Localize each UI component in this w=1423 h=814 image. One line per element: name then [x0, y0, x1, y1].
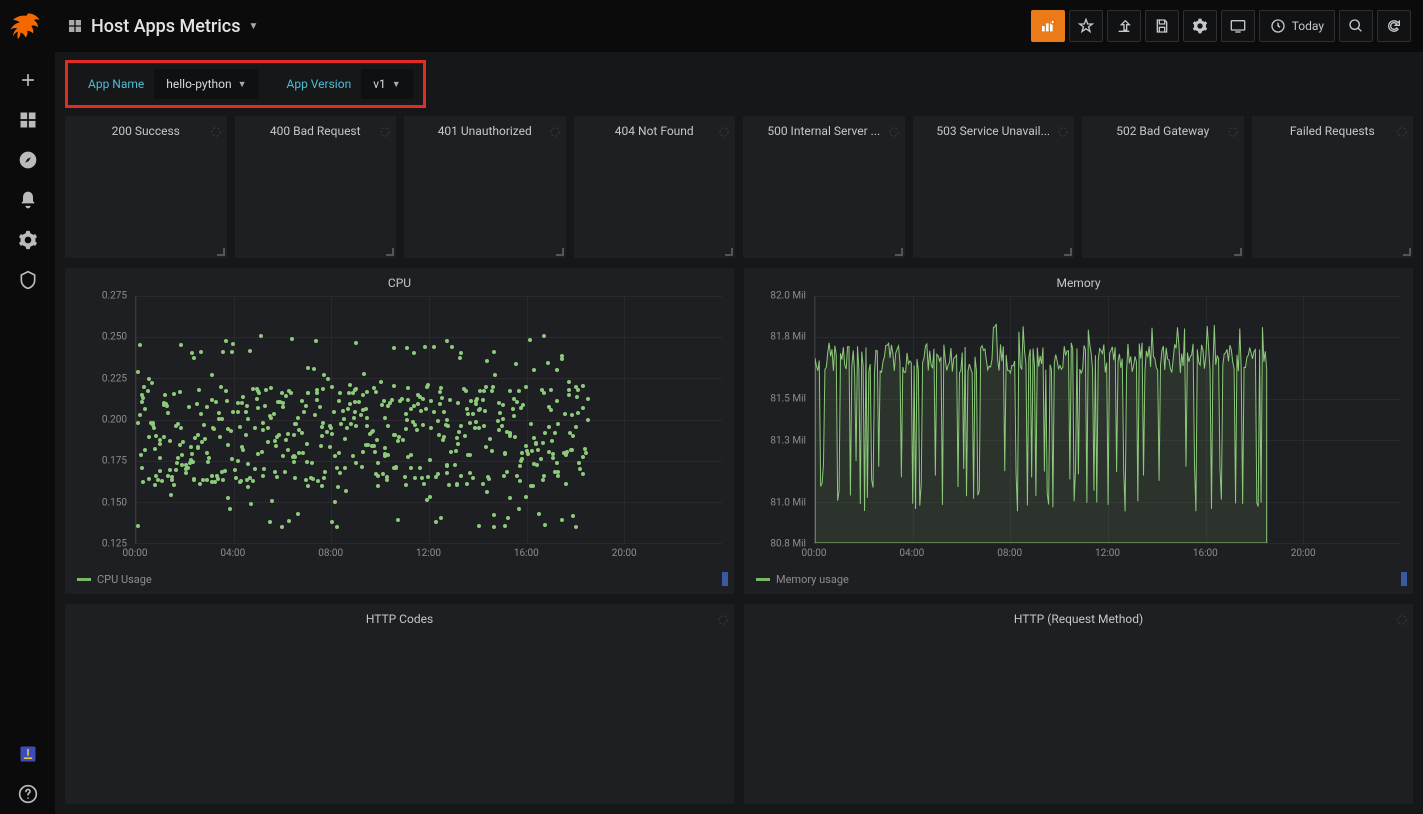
memory-legend-label: Memory usage: [776, 573, 849, 586]
nav-dashboards[interactable]: [8, 100, 48, 140]
nav-alerting[interactable]: [8, 180, 48, 220]
stat-panel[interactable]: 400 Bad Request: [235, 116, 397, 258]
share-button[interactable]: [1107, 10, 1141, 42]
top-toolbar: Today: [1031, 10, 1411, 42]
resize-handle[interactable]: [725, 248, 733, 256]
stat-panel-title: 400 Bad Request: [235, 116, 397, 142]
save-button[interactable]: [1145, 10, 1179, 42]
loading-icon: [211, 122, 221, 132]
var-app-name-value: hello-python: [166, 77, 231, 91]
resize-handle[interactable]: [1234, 248, 1242, 256]
nav-explore[interactable]: [8, 140, 48, 180]
stat-panels-row: 200 Success 400 Bad Request 401 Unauthor…: [65, 116, 1413, 258]
resize-handle[interactable]: [1064, 248, 1072, 256]
nav-user-avatar[interactable]: [8, 734, 48, 774]
settings-button[interactable]: [1183, 10, 1217, 42]
nav-admin[interactable]: [8, 260, 48, 300]
cpu-panel[interactable]: CPU 0.1250.1500.1750.2000.2250.2500.275 …: [65, 268, 734, 594]
cpu-legend: CPU Usage: [77, 573, 152, 586]
nav-help[interactable]: [8, 774, 48, 814]
dashboard-icon: [67, 18, 83, 34]
nav-configuration[interactable]: [8, 220, 48, 260]
legend-scrollbar[interactable]: [1401, 572, 1407, 586]
zoom-out-button[interactable]: [1339, 10, 1373, 42]
stat-panel[interactable]: 404 Not Found: [574, 116, 736, 258]
var-app-version-label: App Version: [277, 69, 362, 99]
var-app-name-label: App Name: [78, 69, 154, 99]
tv-mode-button[interactable]: [1221, 10, 1255, 42]
memory-legend: Memory usage: [756, 573, 849, 586]
stat-panel[interactable]: 503 Service Unavail...: [913, 116, 1075, 258]
loading-icon: [1228, 122, 1238, 132]
dashboard-title-button[interactable]: Host Apps Metrics ▼: [67, 16, 258, 37]
loading-icon: [1397, 122, 1407, 132]
var-app-version-value: v1: [373, 77, 386, 91]
resize-handle[interactable]: [895, 248, 903, 256]
http-method-panel[interactable]: HTTP (Request Method): [744, 604, 1413, 804]
stat-panel[interactable]: 200 Success: [65, 116, 227, 258]
star-button[interactable]: [1069, 10, 1103, 42]
stat-panel-title: 404 Not Found: [574, 116, 736, 142]
stat-panel-title: 200 Success: [65, 116, 227, 142]
stat-panel-title: 401 Unauthorized: [404, 116, 566, 142]
dashboard-title: Host Apps Metrics: [91, 16, 240, 37]
http-codes-panel[interactable]: HTTP Codes: [65, 604, 734, 804]
resize-handle[interactable]: [386, 248, 394, 256]
loading-icon: [889, 122, 899, 132]
resize-handle[interactable]: [556, 248, 564, 256]
cpu-legend-label: CPU Usage: [97, 573, 152, 586]
time-picker-button[interactable]: Today: [1259, 10, 1335, 42]
var-app-name-dropdown[interactable]: hello-python ▼: [154, 69, 258, 99]
loading-icon: [718, 610, 728, 620]
stat-panel[interactable]: 502 Bad Gateway: [1082, 116, 1244, 258]
cpu-panel-title: CPU: [65, 268, 734, 294]
loading-icon: [1058, 122, 1068, 132]
resize-handle[interactable]: [1403, 248, 1411, 256]
stat-panel-title: 502 Bad Gateway: [1082, 116, 1244, 142]
memory-chart-area: [814, 296, 1401, 544]
stat-panel-title: 500 Internal Server ...: [743, 116, 905, 142]
template-variables-row: App Name hello-python ▼ App Version v1 ▼: [65, 60, 426, 108]
stat-panel[interactable]: Failed Requests: [1252, 116, 1414, 258]
stat-panel[interactable]: 500 Internal Server ...: [743, 116, 905, 258]
refresh-button[interactable]: [1377, 10, 1411, 42]
memory-legend-swatch: [756, 578, 770, 581]
grafana-logo[interactable]: [8, 10, 48, 50]
chevron-down-icon: ▼: [392, 79, 401, 90]
chevron-down-icon: ▼: [248, 21, 258, 32]
stat-panel-title: 503 Service Unavail...: [913, 116, 1075, 142]
topbar: Host Apps Metrics ▼ Today: [55, 0, 1423, 52]
clock-icon: [1270, 18, 1286, 34]
chevron-down-icon: ▼: [238, 79, 247, 90]
var-app-version-dropdown[interactable]: v1 ▼: [361, 69, 412, 99]
sidebar: [0, 0, 55, 814]
resize-handle[interactable]: [217, 248, 225, 256]
http-method-title: HTTP (Request Method): [744, 604, 1413, 630]
loading-icon: [1397, 610, 1407, 620]
add-panel-button[interactable]: [1031, 10, 1065, 42]
loading-icon: [380, 122, 390, 132]
cpu-legend-swatch: [77, 578, 91, 581]
memory-panel-title: Memory: [744, 268, 1413, 294]
stat-panel-title: Failed Requests: [1252, 116, 1414, 142]
loading-icon: [550, 122, 560, 132]
loading-icon: [719, 122, 729, 132]
nav-create[interactable]: [8, 60, 48, 100]
http-codes-title: HTTP Codes: [65, 604, 734, 630]
time-range-label: Today: [1292, 19, 1324, 33]
cpu-chart-area: [135, 296, 722, 544]
stat-panel[interactable]: 401 Unauthorized: [404, 116, 566, 258]
legend-scrollbar[interactable]: [722, 572, 728, 586]
dashboard-body: App Name hello-python ▼ App Version v1 ▼…: [55, 52, 1423, 814]
memory-panel[interactable]: Memory 80.8 Mil81.0 Mil81.3 Mil81.5 Mil8…: [744, 268, 1413, 594]
